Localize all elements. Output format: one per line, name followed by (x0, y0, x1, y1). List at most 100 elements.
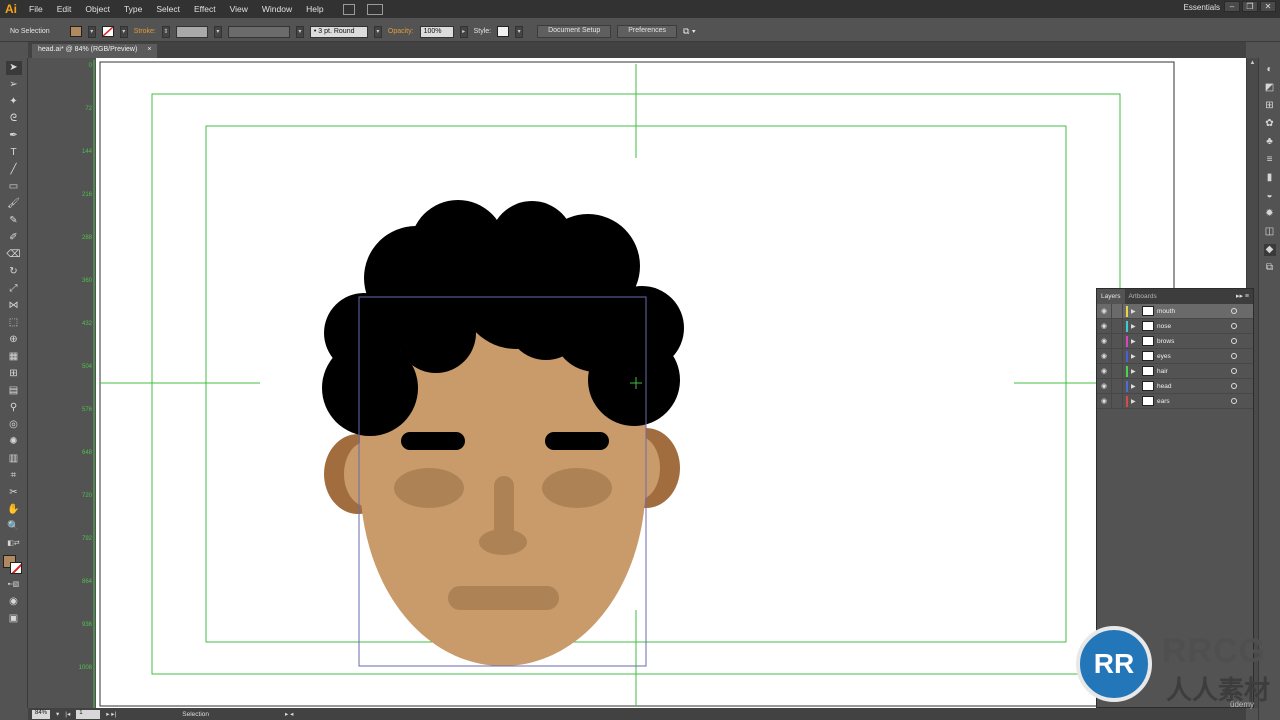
column-graph-tool-icon[interactable]: ▥ (6, 452, 22, 466)
close-icon[interactable]: ✕ (1260, 1, 1276, 12)
target-circle-icon[interactable] (1231, 338, 1237, 344)
expand-arrow-icon[interactable]: ▶ (1131, 398, 1139, 405)
symbol-sprayer-tool-icon[interactable]: ✺ (6, 435, 22, 449)
opacity-field[interactable]: 100% (419, 25, 454, 38)
stroke-weight-stepper[interactable]: ⇕ (161, 25, 170, 38)
artboard-canvas[interactable] (96, 58, 1246, 708)
first-artboard-icon[interactable]: |◂ (65, 710, 70, 718)
lock-toggle[interactable] (1111, 393, 1123, 409)
line-tool-icon[interactable]: ╱ (6, 163, 22, 177)
menu-edit[interactable]: Edit (50, 4, 79, 14)
slice-tool-icon[interactable]: ✂ (6, 486, 22, 500)
scale-tool-icon[interactable]: ⤢ (6, 282, 22, 296)
expand-arrow-icon[interactable]: ▶ (1131, 338, 1139, 345)
zoom-tool-icon[interactable]: 🔍 (6, 520, 22, 534)
menu-object[interactable]: Object (78, 4, 117, 14)
brush-dropdown-icon[interactable]: ▾ (373, 25, 382, 38)
direct-selection-tool-icon[interactable]: ➢ (6, 78, 22, 92)
expand-arrow-icon[interactable]: ▶ (1131, 383, 1139, 390)
menu-effect[interactable]: Effect (187, 4, 223, 14)
brushes-icon[interactable]: ✿ (1264, 118, 1276, 130)
artboards-panel-icon[interactable]: ⧉ (1264, 262, 1276, 274)
graphic-styles-icon[interactable]: ◫ (1264, 226, 1276, 238)
color-guide-icon[interactable]: ◩ (1264, 82, 1276, 94)
layers-panel-icon[interactable]: ◆ (1263, 244, 1276, 256)
layer-row[interactable]: ◉ ▶ eyes (1097, 348, 1253, 364)
color-mode-icon[interactable]: ▪▫▧ (6, 578, 22, 592)
scroll-up-icon[interactable]: ▲ (1247, 60, 1258, 66)
document-tab-close-icon[interactable]: × (147, 46, 151, 56)
minimize-icon[interactable]: – (1224, 1, 1240, 12)
layer-name[interactable]: head (1157, 383, 1231, 390)
layer-row[interactable]: ◉ ▶ nose (1097, 318, 1253, 334)
rotate-tool-icon[interactable]: ↻ (6, 265, 22, 279)
gradient-tool-icon[interactable]: ▤ (6, 384, 22, 398)
menu-select[interactable]: Select (149, 4, 187, 14)
mesh-tool-icon[interactable]: ⊞ (6, 367, 22, 381)
preferences-button[interactable]: Preferences (617, 25, 677, 38)
variable-width-dropdown-icon[interactable]: ▾ (295, 25, 304, 38)
rectangle-tool-icon[interactable]: ▭ (6, 180, 22, 194)
eraser-tool-icon[interactable]: ⌫ (6, 248, 22, 262)
layer-name[interactable]: mouth (1157, 308, 1231, 315)
restore-icon[interactable]: ❐ (1242, 1, 1258, 12)
blend-tool-icon[interactable]: ◎ (6, 418, 22, 432)
visibility-eye-icon[interactable]: ◉ (1097, 397, 1111, 405)
artboard-number-field[interactable]: 1 (76, 709, 101, 719)
zoom-field[interactable]: 84% (32, 709, 51, 719)
layer-row[interactable]: ◉ ▶ mouth (1097, 303, 1253, 319)
layer-row[interactable]: ◉ ▶ brows (1097, 333, 1253, 349)
gradient-panel-icon[interactable]: ▮ (1264, 172, 1276, 184)
eyedropper-tool-icon[interactable]: ⚲ (6, 401, 22, 415)
screen-mode-icon[interactable]: ▣ (6, 612, 22, 626)
menu-type[interactable]: Type (117, 4, 149, 14)
color-panel-icon[interactable]: ◐ (1264, 64, 1276, 76)
magic-wand-tool-icon[interactable]: ✦ (6, 95, 22, 109)
selection-tool-icon[interactable]: ➤ (5, 61, 22, 75)
target-circle-icon[interactable] (1231, 368, 1237, 374)
style-dropdown-icon[interactable]: ▾ (515, 25, 524, 38)
lock-toggle[interactable] (1111, 318, 1123, 334)
expand-arrow-icon[interactable]: ▶ (1131, 323, 1139, 330)
opacity-label[interactable]: Opacity: (388, 28, 414, 35)
variable-width-field[interactable] (227, 25, 290, 38)
target-circle-icon[interactable] (1231, 398, 1237, 404)
visibility-eye-icon[interactable]: ◉ (1097, 367, 1111, 375)
document-setup-button[interactable]: Document Setup (537, 25, 612, 38)
lock-toggle[interactable] (1111, 348, 1123, 364)
tab-layers[interactable]: Layers (1097, 289, 1125, 304)
layer-name[interactable]: eyes (1157, 353, 1231, 360)
symbols-icon[interactable]: ♣ (1264, 136, 1276, 148)
lasso-tool-icon[interactable]: ᘓ (6, 112, 22, 126)
lock-toggle[interactable] (1111, 363, 1123, 379)
stroke-dropdown-icon[interactable]: ▾ (119, 25, 128, 38)
layer-row[interactable]: ◉ ▶ ears (1097, 393, 1253, 409)
mouth-artwork[interactable] (448, 586, 559, 610)
paintbrush-tool-icon[interactable]: 🖌 (6, 197, 22, 211)
arrange-documents-icon[interactable] (366, 3, 383, 15)
shape-builder-tool-icon[interactable]: ⊕ (6, 333, 22, 347)
blob-brush-tool-icon[interactable]: ✐ (6, 231, 22, 245)
pen-tool-icon[interactable]: ✒ (6, 129, 22, 143)
stroke-panel-icon[interactable]: ≡ (1264, 154, 1276, 166)
appearance-icon[interactable]: ✹ (1264, 208, 1276, 220)
workspace-switcher[interactable]: Essentials (1184, 3, 1220, 12)
transparency-icon[interactable]: ◒ (1264, 190, 1276, 202)
menu-view[interactable]: View (223, 4, 255, 14)
visibility-eye-icon[interactable]: ◉ (1097, 382, 1111, 390)
target-circle-icon[interactable] (1231, 323, 1237, 329)
visibility-eye-icon[interactable]: ◉ (1097, 337, 1111, 345)
layer-name[interactable]: nose (1157, 323, 1231, 330)
visibility-eye-icon[interactable]: ◉ (1097, 322, 1111, 330)
perspective-grid-tool-icon[interactable]: ▦ (6, 350, 22, 364)
artboard-tool-icon[interactable]: ⌗ (6, 469, 22, 483)
visibility-eye-icon[interactable]: ◉ (1097, 307, 1111, 315)
lock-toggle[interactable] (1111, 333, 1123, 349)
target-circle-icon[interactable] (1231, 308, 1237, 314)
layer-row[interactable]: ◉ ▶ head (1097, 378, 1253, 394)
lock-toggle[interactable] (1111, 378, 1123, 394)
visibility-eye-icon[interactable]: ◉ (1097, 352, 1111, 360)
target-circle-icon[interactable] (1231, 353, 1237, 359)
stroke-swatch[interactable] (101, 26, 114, 37)
brush-definition-field[interactable]: • 3 pt. Round (309, 25, 368, 38)
